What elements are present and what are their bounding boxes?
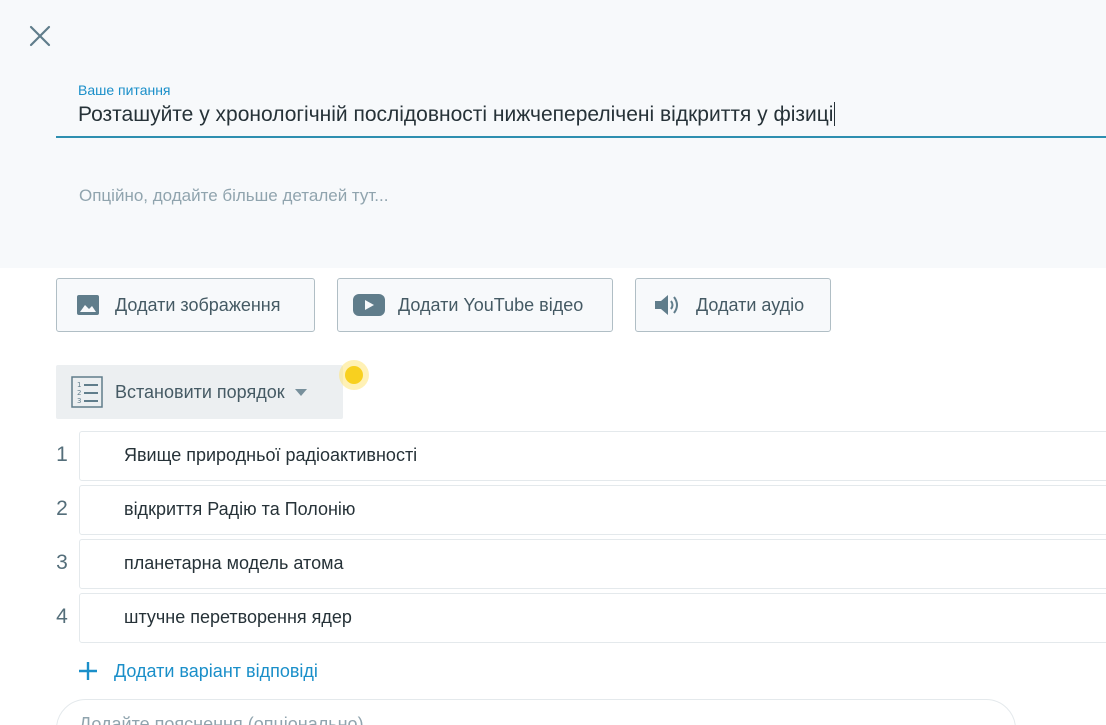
question-input[interactable]: Розташуйте у хронологічній послідовності…	[56, 96, 1106, 138]
answer-input[interactable]: відкриття Радію та Полонію	[79, 485, 1106, 535]
answer-row: 4 штучне перетворення ядер	[0, 593, 1106, 643]
question-editor: Ваше питання Розташуйте у хронологічній …	[0, 0, 1106, 725]
answer-number: 3	[56, 551, 68, 574]
svg-text:3: 3	[77, 397, 81, 405]
answer-input[interactable]: планетарна модель атома	[79, 539, 1106, 589]
caret-down-icon	[294, 388, 307, 396]
question-type-dropdown[interactable]: 1 2 3 Встановити порядок	[56, 365, 343, 419]
add-youtube-label: Додати YouTube відео	[398, 294, 584, 315]
answer-text: відкриття Радію та Полонію	[124, 499, 356, 519]
numbered-list-icon: 1 2 3	[71, 376, 103, 408]
plus-icon	[78, 661, 98, 681]
question-panel: Ваше питання Розташуйте у хронологічній …	[0, 0, 1106, 268]
explanation-placeholder: Додайте пояснення (опціонально)	[79, 714, 364, 725]
answer-text: штучне перетворення ядер	[124, 607, 352, 627]
close-icon	[29, 25, 51, 47]
details-input[interactable]: Опційно, додайте більше деталей тут...	[79, 186, 388, 206]
answer-input[interactable]: Явище природньої радіоактивності	[79, 431, 1106, 481]
answer-text: Явище природньої радіоактивності	[124, 445, 418, 465]
explanation-input[interactable]: Додайте пояснення (опціонально)	[56, 699, 1016, 725]
answer-row: 2 відкриття Радію та Полонію	[0, 485, 1106, 535]
add-image-button[interactable]: Додати зображення	[56, 278, 315, 332]
svg-text:1: 1	[77, 381, 81, 389]
youtube-icon	[352, 293, 386, 317]
add-audio-button[interactable]: Додати аудіо	[635, 278, 831, 332]
add-youtube-button[interactable]: Додати YouTube відео	[337, 278, 613, 332]
question-value: Розташуйте у хронологічній послідовності…	[78, 103, 834, 126]
answer-number: 4	[56, 605, 68, 628]
add-answer-button[interactable]: Додати варіант відповіді	[78, 656, 318, 686]
image-icon	[76, 293, 100, 317]
add-audio-label: Додати аудіо	[696, 294, 805, 315]
add-image-label: Додати зображення	[115, 294, 281, 315]
question-type-label: Встановити порядок	[115, 381, 285, 402]
answer-number: 1	[56, 443, 68, 466]
answer-number: 2	[56, 497, 68, 520]
mouse-cursor-highlight	[339, 360, 369, 390]
add-answer-label: Додати варіант відповіді	[114, 660, 318, 681]
answer-row: 1 Явище природньої радіоактивності	[0, 431, 1106, 481]
text-caret	[834, 102, 836, 126]
svg-text:2: 2	[77, 389, 81, 397]
answer-input[interactable]: штучне перетворення ядер	[79, 593, 1106, 643]
volume-icon	[653, 293, 681, 317]
question-text[interactable]: Розташуйте у хронологічній послідовності…	[78, 102, 836, 127]
close-button[interactable]	[26, 22, 54, 50]
answer-row: 3 планетарна модель атома	[0, 539, 1106, 589]
answer-text: планетарна модель атома	[124, 553, 344, 573]
